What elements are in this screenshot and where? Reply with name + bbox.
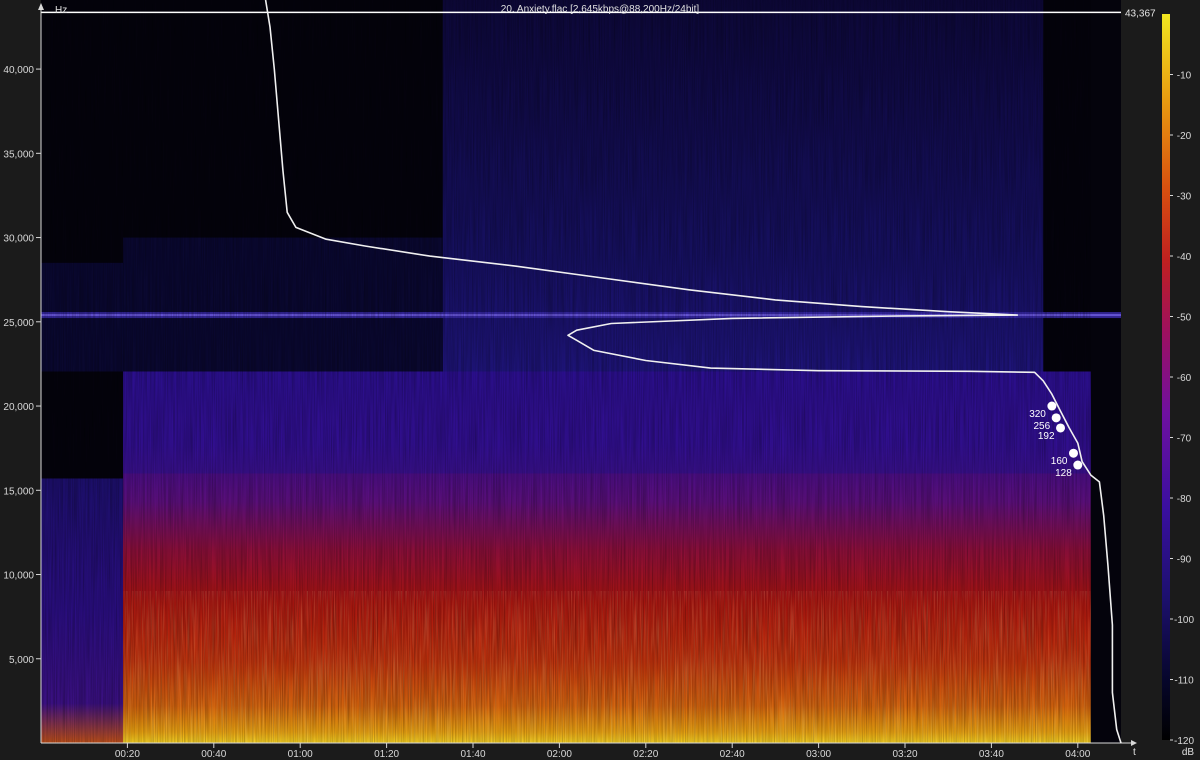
x-axis-label: t [1133, 747, 1136, 758]
colorbar-tick-label: -110 [1174, 676, 1194, 687]
y-tick-label: 30,000 [3, 234, 34, 245]
x-tick-label: 02:20 [633, 749, 658, 760]
colorbar-unit-label: dB [1182, 747, 1195, 758]
y-tick-label: 15,000 [3, 486, 34, 497]
x-axis-arrow [1131, 740, 1137, 746]
bitrate-marker-dot [1068, 448, 1078, 458]
colorbar-tick-label: -10 [1177, 71, 1192, 82]
colorbar-gradient [1162, 14, 1170, 740]
x-tick-label: 04:00 [1065, 749, 1090, 760]
colorbar-tick-label: -90 [1177, 555, 1192, 566]
colorbar-tick-label: -100 [1174, 615, 1194, 626]
x-tick-label: 02:00 [547, 749, 572, 760]
bitrate-marker-label: 160 [1051, 456, 1068, 467]
bitrate-marker-label: 128 [1055, 468, 1072, 479]
bitrate-marker-dot [1056, 423, 1066, 433]
texture-light [123, 591, 1091, 743]
x-tick-label: 01:20 [374, 749, 399, 760]
y-tick-label: 5,000 [9, 655, 34, 666]
x-tick-label: 01:40 [460, 749, 485, 760]
x-tick-label: 03:20 [892, 749, 917, 760]
reference-line-label: 43,367 [1125, 8, 1156, 19]
chart-title: 20. Anxiety.flac [2,645kbps@88,200Hz/24b… [501, 4, 700, 15]
y-tick-label: 10,000 [3, 571, 34, 582]
y-tick-label: 25,000 [3, 318, 34, 329]
bitrate-marker-label: 192 [1038, 431, 1055, 442]
colorbar-tick-label: -80 [1177, 494, 1192, 505]
x-tick-label: 00:20 [115, 749, 140, 760]
y-axis-label: Hz [55, 5, 67, 16]
x-tick-label: 00:40 [201, 749, 226, 760]
bitrate-marker-label: 320 [1029, 409, 1046, 420]
x-tick-label: 03:40 [979, 749, 1004, 760]
y-tick-label: 35,000 [3, 149, 34, 160]
bitrate-marker-dot [1073, 460, 1083, 470]
colorbar-tick-label: -50 [1177, 313, 1192, 324]
colorbar-tick-label: -40 [1177, 252, 1192, 263]
spectrogram-chart: 43,367 00:20 00:40 01:00 01:20 01:40 02:00 02:… [3, 0, 1195, 760]
y-tick-label: 20,000 [3, 402, 34, 413]
bitrate-marker-dot [1051, 413, 1061, 423]
colorbar-tick-label: -60 [1177, 373, 1192, 384]
bitrate-marker-dot [1047, 401, 1057, 411]
colorbar-tick-label: -70 [1177, 434, 1192, 445]
colorbar: -10 -20 -30 -40 -50 -60 -70 -80 -90 -100 -110 -120 [1162, 14, 1194, 747]
colorbar-tick-label: -30 [1177, 192, 1192, 203]
colorbar-tick-label: -120 [1174, 736, 1194, 747]
x-tick-label: 01:00 [288, 749, 313, 760]
y-tick-label: 40,000 [3, 65, 34, 76]
x-tick-label: 02:40 [720, 749, 745, 760]
x-tick-label: 03:00 [806, 749, 831, 760]
colorbar-tick-label: -20 [1177, 131, 1192, 142]
